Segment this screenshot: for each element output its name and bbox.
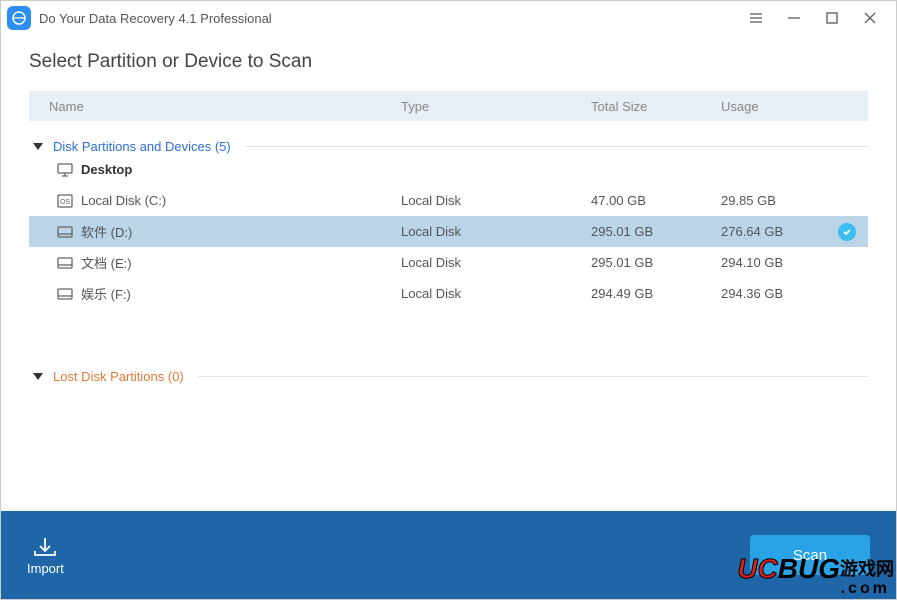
disk-icon (57, 287, 81, 301)
page-title: Select Partition or Device to Scan (29, 51, 868, 73)
menu-button[interactable] (746, 8, 766, 28)
main-content: Select Partition or Device to Scan Name … (1, 35, 896, 384)
col-header-usage: Usage (721, 99, 868, 114)
row-type: Local Disk (401, 224, 591, 239)
partition-row[interactable]: OS Local Disk (C:)Local Disk47.00 GB29.85… (29, 185, 868, 216)
import-button[interactable]: Import (27, 535, 64, 576)
row-usage: 294.10 GB (721, 255, 868, 270)
section-disk-label[interactable]: Disk Partitions and Devices (5) (53, 139, 231, 154)
window-controls (746, 8, 890, 28)
section-lost-partitions[interactable]: Lost Disk Partitions (0) (29, 369, 868, 384)
app-title: Do Your Data Recovery 4.1 Professional (39, 11, 746, 26)
col-header-total: Total Size (591, 99, 721, 114)
import-label: Import (27, 561, 64, 576)
disk-icon (57, 256, 81, 270)
col-header-name: Name (49, 99, 401, 114)
partition-row[interactable]: 娱乐 (F:)Local Disk294.49 GB294.36 GB (29, 278, 868, 309)
divider (245, 146, 868, 147)
partition-row[interactable]: 文档 (E:)Local Disk295.01 GB294.10 GB (29, 247, 868, 278)
divider (198, 376, 868, 377)
row-total-size: 47.00 GB (591, 193, 721, 208)
maximize-button[interactable] (822, 8, 842, 28)
selected-check-icon (838, 223, 856, 241)
device-row-desktop[interactable]: Desktop (29, 154, 868, 185)
row-type: Local Disk (401, 255, 591, 270)
close-button[interactable] (860, 8, 880, 28)
import-icon (31, 535, 59, 559)
row-name: 娱乐 (F:) (81, 284, 401, 303)
minimize-button[interactable] (784, 8, 804, 28)
footer-bar: Import Scan (1, 511, 896, 599)
disk-icon (57, 225, 81, 239)
row-name: Local Disk (C:) (81, 193, 401, 208)
column-headers: Name Type Total Size Usage (29, 91, 868, 121)
row-total-size: 294.49 GB (591, 286, 721, 301)
device-list: DesktopOSLocal Disk (C:)Local Disk47.00 … (29, 154, 868, 309)
section-disk-partitions[interactable]: Disk Partitions and Devices (5) (29, 139, 868, 154)
chevron-down-icon[interactable] (33, 373, 43, 380)
row-usage: 29.85 GB (721, 193, 868, 208)
chevron-down-icon[interactable] (33, 143, 43, 150)
app-logo (7, 6, 31, 30)
row-total-size: 295.01 GB (591, 224, 721, 239)
os-disk-icon: OS (57, 194, 81, 208)
partition-row[interactable]: 软件 (D:)Local Disk295.01 GB276.64 GB (29, 216, 868, 247)
title-bar: Do Your Data Recovery 4.1 Professional (1, 1, 896, 35)
row-name: 软件 (D:) (81, 222, 401, 241)
row-name: Desktop (81, 162, 401, 177)
row-name: 文档 (E:) (81, 253, 401, 272)
monitor-icon (57, 163, 81, 177)
row-total-size: 295.01 GB (591, 255, 721, 270)
scan-button[interactable]: Scan (750, 535, 870, 575)
row-type: Local Disk (401, 193, 591, 208)
section-lost-label[interactable]: Lost Disk Partitions (0) (53, 369, 184, 384)
svg-text:OS: OS (60, 199, 70, 206)
col-header-type: Type (401, 99, 591, 114)
row-type: Local Disk (401, 286, 591, 301)
row-usage: 294.36 GB (721, 286, 868, 301)
